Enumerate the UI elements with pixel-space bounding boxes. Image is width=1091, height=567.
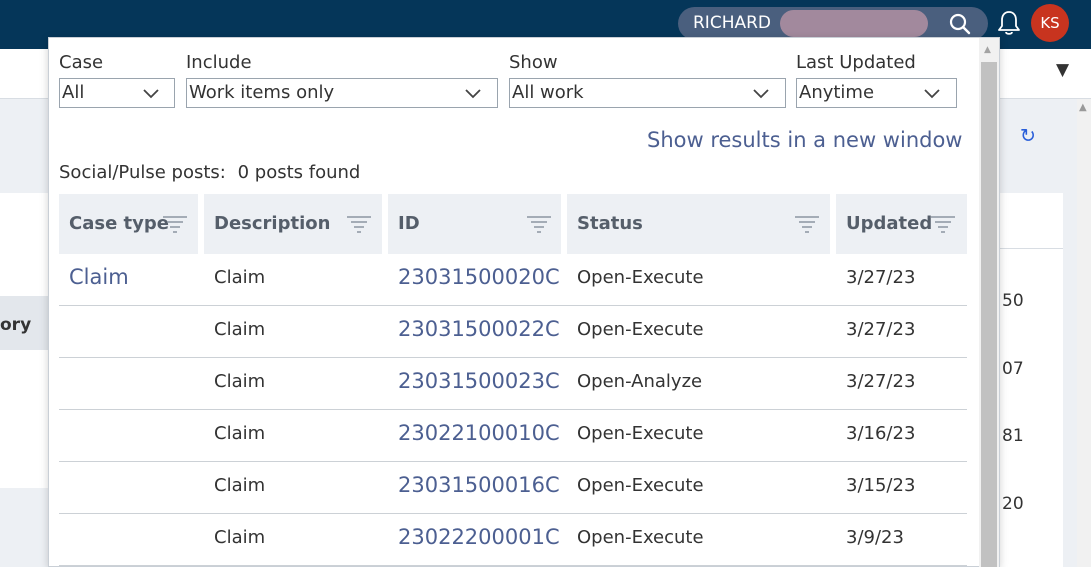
status-cell: Open-Execute	[577, 475, 704, 496]
table-row[interactable]: Claim 23022200001C Open-Execute 3/9/23	[59, 514, 967, 566]
table-row[interactable]: Claim 23022100010C Open-Execute 3/16/23	[59, 410, 967, 462]
include-filter-value: Work items only	[189, 82, 335, 103]
column-header-label: Case type	[69, 213, 169, 234]
column-header-status[interactable]: Status	[567, 194, 830, 254]
bell-icon[interactable]	[996, 9, 1022, 37]
chevron-down-icon	[753, 89, 769, 99]
background-value: 07	[1002, 359, 1024, 379]
column-header-description[interactable]: Description	[204, 194, 382, 254]
description-cell: Claim	[214, 371, 266, 392]
case-id-link[interactable]: 23022200001C	[398, 525, 560, 549]
chevron-down-icon	[143, 89, 159, 99]
caret-down-icon[interactable]: ▼	[1056, 60, 1069, 80]
description-cell: Claim	[214, 527, 266, 548]
table-row[interactable]: Claim 23031500016C Open-Execute 3/15/23	[59, 462, 967, 514]
background-value: 81	[1002, 426, 1024, 446]
social-posts-summary: Social/Pulse posts: 0 posts found	[59, 162, 360, 183]
case-id-link[interactable]: 23031500020C	[398, 265, 560, 289]
filter-icon[interactable]	[930, 214, 956, 236]
status-cell: Open-Execute	[577, 267, 704, 288]
search-icon[interactable]	[948, 12, 972, 36]
column-header-label: Description	[214, 213, 331, 234]
filter-icon[interactable]	[794, 214, 820, 236]
updated-cell: 3/16/23	[846, 423, 916, 444]
table-row[interactable]: Claim Claim 23031500020C Open-Execute 3/…	[59, 254, 967, 306]
avatar[interactable]: KS	[1031, 4, 1069, 42]
show-results-new-window-link[interactable]: Show results in a new window	[647, 128, 962, 152]
case-filter-value: All	[62, 82, 85, 103]
last-updated-filter-value: Anytime	[799, 82, 875, 103]
last-updated-filter-select[interactable]: Anytime	[796, 78, 957, 108]
column-header-id[interactable]: ID	[388, 194, 561, 254]
chevron-down-icon	[924, 89, 940, 99]
updated-cell: 3/27/23	[846, 319, 916, 340]
chevron-down-icon	[465, 89, 481, 99]
include-filter-label: Include	[186, 52, 252, 73]
updated-cell: 3/27/23	[846, 267, 916, 288]
popup-scrollbar-thumb[interactable]	[981, 62, 997, 567]
updated-cell: 3/9/23	[846, 527, 904, 548]
search-box[interactable]: RICHARD	[678, 7, 988, 40]
status-cell: Open-Execute	[577, 423, 704, 444]
show-filter-label: Show	[509, 52, 558, 73]
include-filter-select[interactable]: Work items only	[186, 78, 498, 108]
show-filter-value: All work	[512, 82, 584, 103]
case-type-link[interactable]: Claim	[69, 265, 129, 289]
updated-cell: 3/15/23	[846, 475, 916, 496]
filter-icon[interactable]	[346, 214, 372, 236]
description-cell: Claim	[214, 475, 266, 496]
table-row[interactable]: Claim 23031500023C Open-Analyze 3/27/23	[59, 358, 967, 410]
status-cell: Open-Execute	[577, 527, 704, 548]
social-posts-label: Social/Pulse posts:	[59, 162, 226, 183]
redacted-area	[780, 10, 928, 37]
case-id-link[interactable]: 23031500016C	[398, 473, 560, 497]
last-updated-filter-label: Last Updated	[796, 52, 916, 73]
refresh-icon[interactable]: ↻	[1020, 125, 1036, 147]
search-results-popup: ▲ Case All Include Work items only Show …	[48, 37, 1000, 567]
description-cell: Claim	[214, 267, 266, 288]
background-value: 20	[1002, 494, 1024, 514]
description-cell: Claim	[214, 423, 266, 444]
show-filter-select[interactable]: All work	[509, 78, 786, 108]
column-header-updated[interactable]: Updated	[836, 194, 967, 254]
scroll-up-arrow-icon[interactable]: ▲	[984, 45, 991, 55]
column-header-label: Updated	[846, 213, 933, 234]
filter-icon[interactable]	[162, 214, 188, 236]
search-text[interactable]: RICHARD	[693, 13, 771, 33]
column-header-label: ID	[398, 213, 420, 234]
status-cell: Open-Execute	[577, 319, 704, 340]
table-row[interactable]: Claim 23031500022C Open-Execute 3/27/23	[59, 306, 967, 358]
divider	[1000, 248, 1063, 249]
social-posts-count: 0 posts found	[237, 162, 361, 183]
case-id-link[interactable]: 23031500022C	[398, 317, 560, 341]
filter-icon[interactable]	[526, 214, 552, 236]
case-filter-select[interactable]: All	[59, 78, 175, 108]
background-label: ory	[0, 296, 48, 350]
page-scrollbar[interactable]	[1077, 99, 1091, 567]
status-cell: Open-Analyze	[577, 371, 703, 392]
description-cell: Claim	[214, 319, 266, 340]
scroll-up-arrow-icon[interactable]: ▲	[1079, 102, 1087, 113]
column-header-label: Status	[577, 213, 643, 234]
case-id-link[interactable]: 23022100010C	[398, 421, 560, 445]
case-filter-label: Case	[59, 52, 104, 73]
case-id-link[interactable]: 23031500023C	[398, 369, 560, 393]
column-header-case-type[interactable]: Case type	[59, 194, 198, 254]
background-value: 50	[1002, 291, 1024, 311]
updated-cell: 3/27/23	[846, 371, 916, 392]
